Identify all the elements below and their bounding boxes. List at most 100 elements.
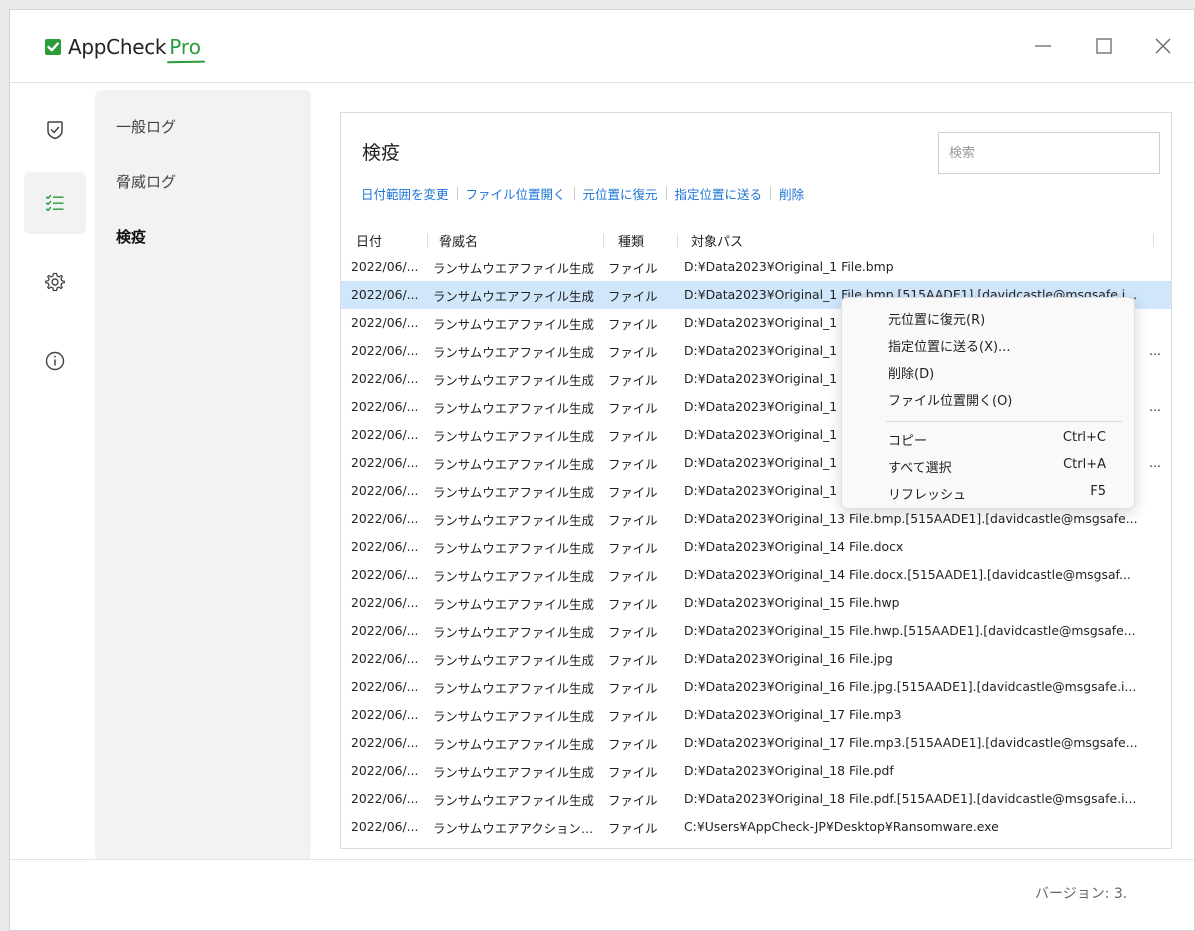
cell-threat-name: ランサムウエアファイル生成 — [433, 541, 594, 556]
menu-item-label: ファイル位置開く(O) — [888, 394, 1013, 409]
menu-item-shortcut: F5 — [1090, 484, 1106, 499]
menu-item-copy[interactable]: コピー Ctrl+C — [888, 428, 1106, 450]
column-header-path[interactable]: 対象パス — [691, 231, 743, 250]
cell-type: ファイル — [608, 457, 658, 472]
restore-original-link[interactable]: 元位置に復元 — [583, 184, 658, 203]
cell-threat-name: ランサムウエアファイル生成 — [433, 345, 594, 360]
cell-threat-name: ランサムウエアファイル生成 — [433, 793, 594, 808]
table-row[interactable]: 2022/06/... ランサムウエアアクション検知 ファイル C:¥Users¥Ap… — [341, 813, 1171, 841]
table-row[interactable]: 2022/06/... ランサムウエアファイル生成 ファイル D:¥Data2023¥… — [341, 701, 1171, 729]
cell-type: ファイル — [608, 373, 658, 388]
cell-date: 2022/06/... — [351, 371, 419, 386]
close-button[interactable] — [1147, 30, 1179, 62]
menu-item-restore[interactable]: 元位置に復元(R) — [888, 307, 1106, 329]
table-row[interactable]: 2022/06/... ランサムウエアファイル生成 ファイル D:¥Data2023¥… — [341, 561, 1171, 589]
table-row[interactable]: 2022/06/... ランサムウエアファイル生成 ファイル D:¥Data2023¥… — [341, 785, 1171, 813]
cell-path-overflow: ... — [1149, 455, 1161, 470]
cell-type: ファイル — [608, 821, 658, 836]
gear-icon — [45, 272, 65, 292]
cell-threat-name: ランサムウエアファイル生成 — [433, 709, 594, 724]
cell-path: D:¥Data2023¥Original_13 File.bmp.[515AAD… — [684, 511, 1138, 526]
minimize-button[interactable] — [1027, 30, 1059, 62]
app-brand-pro: Pro — [169, 35, 201, 59]
cell-path-overflow: ... — [1149, 343, 1161, 358]
cell-type: ファイル — [608, 793, 658, 808]
maximize-button[interactable] — [1088, 30, 1120, 62]
cell-path: D:¥Data2023¥Original_14 File.docx — [684, 539, 904, 554]
cell-date: 2022/06/... — [351, 679, 419, 694]
cell-threat-name: ランサムウエアファイル生成 — [433, 765, 594, 780]
table-row[interactable]: 2022/06/... ランサムウエアファイル生成 ファイル D:¥Data2023¥… — [341, 729, 1171, 757]
action-divider — [573, 186, 575, 200]
column-divider[interactable] — [603, 234, 604, 247]
subnav-item-general-log[interactable]: 一般ログ — [116, 116, 176, 137]
close-icon — [1155, 38, 1171, 54]
cell-type: ファイル — [608, 765, 658, 780]
cell-date: 2022/06/... — [351, 427, 419, 442]
menu-item-send-to[interactable]: 指定位置に送る(X)... — [888, 334, 1106, 356]
nav-logs[interactable] — [24, 172, 86, 234]
table-row[interactable]: 2022/06/... ランサムウエアファイル生成 ファイル D:¥Data2023¥… — [341, 645, 1171, 673]
cell-date: 2022/06/... — [351, 707, 419, 722]
search-input[interactable] — [938, 132, 1160, 174]
log-subnav: 一般ログ 脅威ログ 検疫 — [95, 90, 311, 860]
cell-threat-name: ランサムウエアファイル生成 — [433, 261, 594, 276]
column-header-threat[interactable]: 脅威名 — [439, 231, 478, 250]
menu-item-select-all[interactable]: すべて選択 Ctrl+A — [888, 455, 1106, 477]
delete-link[interactable]: 削除 — [779, 184, 804, 203]
cell-date: 2022/06/... — [351, 763, 419, 778]
cell-date: 2022/06/... — [351, 623, 419, 638]
menu-item-delete[interactable]: 削除(D) — [888, 361, 1106, 383]
cell-type: ファイル — [608, 513, 658, 528]
cell-type: ファイル — [608, 261, 658, 276]
cell-threat-name: ランサムウエアファイル生成 — [433, 569, 594, 584]
nav-settings[interactable] — [24, 251, 86, 313]
subnav-item-quarantine[interactable]: 検疫 — [116, 226, 146, 247]
nav-protection[interactable] — [24, 99, 86, 161]
cell-date: 2022/06/... — [351, 455, 419, 470]
menu-item-refresh[interactable]: リフレッシュ F5 — [888, 482, 1106, 504]
cell-type: ファイル — [608, 317, 658, 332]
cell-threat-name: ランサムウエアファイル生成 — [433, 737, 594, 752]
cell-date: 2022/06/... — [351, 343, 419, 358]
cell-path: D:¥Data2023¥Original_15 File.hwp.[515AAD… — [684, 623, 1136, 638]
nav-rail — [10, 82, 90, 860]
column-divider[interactable] — [1153, 234, 1154, 247]
table-row[interactable]: 2022/06/... ランサムウエアファイル生成 ファイル D:¥Data2023¥… — [341, 617, 1171, 645]
column-divider[interactable] — [427, 234, 428, 247]
cell-date: 2022/06/... — [351, 287, 419, 302]
cell-threat-name: ランサムウエアアクション検知 — [433, 821, 603, 836]
maximize-icon — [1096, 38, 1112, 54]
cell-type: ファイル — [608, 709, 658, 724]
nav-info[interactable] — [24, 330, 86, 392]
table-row[interactable]: 2022/06/... ランサムウエアファイル生成 ファイル D:¥Data2023¥… — [341, 505, 1171, 533]
cell-threat-name: ランサムウエアファイル生成 — [433, 513, 594, 528]
send-to-location-link[interactable]: 指定位置に送る — [675, 184, 763, 203]
cell-date: 2022/06/... — [351, 651, 419, 666]
cell-date: 2022/06/... — [351, 791, 419, 806]
menu-separator — [886, 421, 1122, 422]
cell-path: D:¥Data2023¥Original_17 File.mp3.[515AAD… — [684, 735, 1138, 750]
menu-item-open-location[interactable]: ファイル位置開く(O) — [888, 388, 1106, 410]
change-date-range-link[interactable]: 日付範囲を変更 — [361, 184, 449, 203]
table-row[interactable]: 2022/06/... ランサムウエアファイル生成 ファイル D:¥Data2023¥… — [341, 589, 1171, 617]
cell-threat-name: ランサムウエアファイル生成 — [433, 457, 594, 472]
column-header-type[interactable]: 種類 — [618, 231, 644, 250]
subnav-item-threat-log[interactable]: 脅威ログ — [116, 171, 176, 192]
cell-threat-name: ランサムウエアファイル生成 — [433, 681, 594, 696]
table-row[interactable]: 2022/06/... ランサムウエアファイル生成 ファイル D:¥Data2023¥… — [341, 757, 1171, 785]
cell-date: 2022/06/... — [351, 511, 419, 526]
checklist-icon — [45, 194, 64, 212]
app-logo: AppCheck Pro — [43, 32, 201, 62]
shield-check-icon — [47, 121, 63, 140]
cell-path: D:¥Data2023¥Original_14 File.docx.[515AA… — [684, 567, 1131, 582]
cell-date: 2022/06/... — [351, 259, 419, 274]
table-row[interactable]: 2022/06/... ランサムウエアファイル生成 ファイル D:¥Data2023¥… — [341, 673, 1171, 701]
column-divider[interactable] — [677, 234, 678, 247]
action-divider — [456, 186, 458, 200]
column-header-date[interactable]: 日付 — [356, 231, 382, 250]
table-row[interactable]: 2022/06/... ランサムウエアファイル生成 ファイル D:¥Data2023¥… — [341, 253, 1171, 281]
open-file-location-link[interactable]: ファイル位置開く — [466, 184, 566, 203]
cell-path-overflow: ... — [1149, 399, 1161, 414]
table-row[interactable]: 2022/06/... ランサムウエアファイル生成 ファイル D:¥Data2023¥… — [341, 533, 1171, 561]
